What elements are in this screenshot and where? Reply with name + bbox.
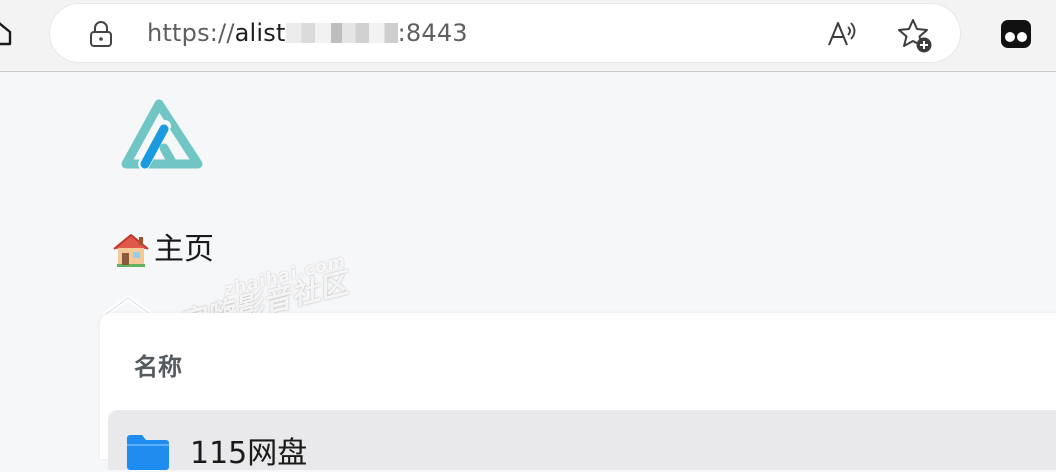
url-scheme: https:// (147, 19, 235, 47)
add-favorite-icon[interactable] (896, 16, 934, 54)
folder-icon (127, 435, 169, 470)
file-list-panel: 名称 115网盘 (100, 313, 1056, 471)
breadcrumb[interactable]: 主页 (112, 230, 214, 270)
url-redacted-block (285, 23, 398, 43)
file-name[interactable]: 115网盘 (190, 436, 307, 472)
column-header-name[interactable]: 名称 (134, 351, 182, 383)
alist-logo-icon[interactable] (118, 96, 204, 172)
read-aloud-icon[interactable] (826, 18, 860, 50)
url-text[interactable]: https://alist :8443 (147, 18, 468, 48)
home-icon[interactable] (0, 20, 12, 46)
file-row[interactable]: 115网盘 (108, 410, 1056, 472)
breadcrumb-home-label[interactable]: 主页 (154, 232, 214, 268)
url-port: :8443 (397, 19, 468, 47)
lock-icon[interactable] (88, 20, 114, 48)
address-bar[interactable]: https://alist :8443 (50, 4, 960, 62)
house-emoji-icon (113, 234, 149, 267)
browser-toolbar: https://alist :8443 (0, 0, 1056, 72)
url-host: alist (234, 19, 286, 47)
extension-icon[interactable] (1000, 19, 1032, 49)
